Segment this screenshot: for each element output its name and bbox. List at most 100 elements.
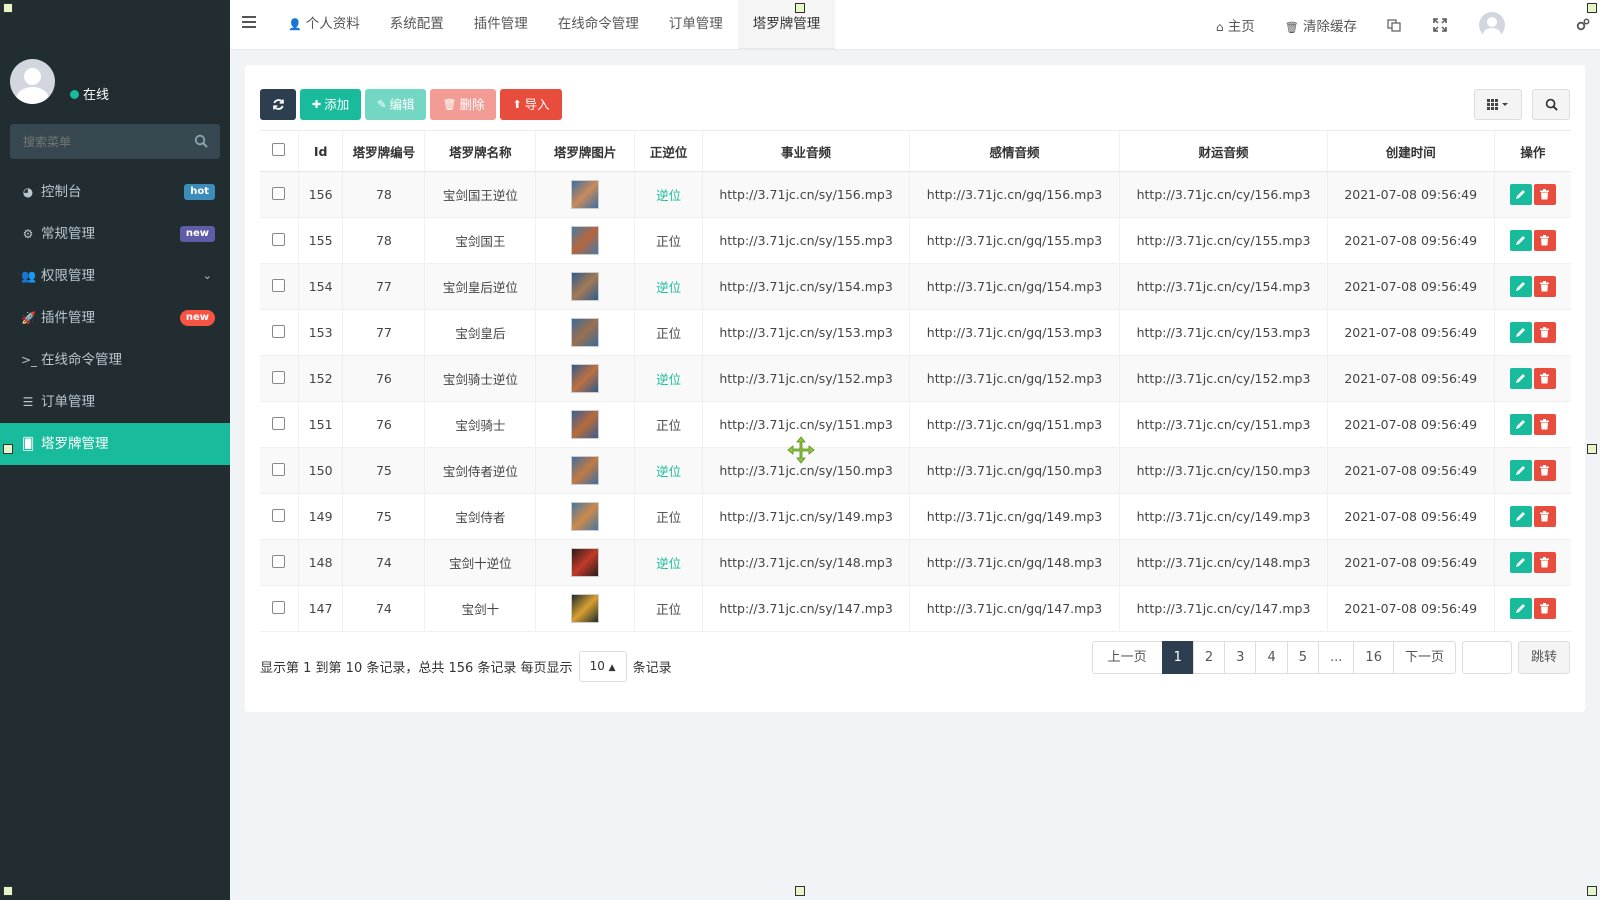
table-row[interactable]: 150 75 宝剑侍者逆位 逆位 http://3.71jc.cn/sy/150.mp3… bbox=[260, 447, 1571, 494]
row-checkbox[interactable] bbox=[272, 508, 286, 522]
table-row[interactable]: 147 74 宝剑十 正位 http://3.71jc.cn/sy/147.mp3 htt… bbox=[260, 585, 1571, 632]
orientation-label[interactable]: 逆位 bbox=[656, 372, 681, 387]
sidebar-item-2[interactable]: 👥 权限管理 ⌄ bbox=[0, 255, 230, 297]
tab-5[interactable]: 塔罗牌管理 bbox=[737, 0, 836, 50]
column-header[interactable]: Id bbox=[298, 130, 344, 172]
table-row[interactable]: 156 78 宝剑国王逆位 逆位 http://3.71jc.cn/sy/156.mp3… bbox=[260, 171, 1571, 218]
top-user-avatar[interactable] bbox=[1479, 12, 1505, 38]
row-delete-button[interactable] bbox=[1533, 506, 1556, 527]
row-checkbox[interactable] bbox=[272, 554, 286, 568]
resize-handle[interactable] bbox=[1587, 444, 1597, 454]
resize-handle[interactable] bbox=[1587, 886, 1597, 896]
column-header[interactable]: 塔罗牌名称 bbox=[424, 130, 537, 172]
fullscreen-icon[interactable] bbox=[1433, 18, 1447, 32]
table-row[interactable]: 155 78 宝剑国王 正位 http://3.71jc.cn/sy/155.mp3 ht… bbox=[260, 217, 1571, 264]
row-delete-button[interactable] bbox=[1533, 184, 1556, 205]
table-row[interactable]: 152 76 宝剑骑士逆位 逆位 http://3.71jc.cn/sy/152.mp3… bbox=[260, 355, 1571, 402]
page-button-0[interactable]: 1 bbox=[1161, 641, 1194, 674]
prev-page-button[interactable]: 上一页 bbox=[1091, 641, 1163, 674]
column-header[interactable]: 塔罗牌编号 bbox=[342, 130, 426, 172]
page-button-5[interactable]: ... bbox=[1318, 641, 1355, 674]
sidebar-item-1[interactable]: ⚙ 常规管理 new bbox=[0, 213, 230, 255]
card-thumbnail[interactable] bbox=[571, 226, 600, 255]
menu-search-input[interactable] bbox=[10, 124, 180, 159]
row-edit-button[interactable] bbox=[1509, 368, 1532, 389]
column-header[interactable]: 感情音频 bbox=[909, 130, 1121, 172]
table-row[interactable]: 153 77 宝剑皇后 正位 http://3.71jc.cn/sy/153.mp3 ht… bbox=[260, 309, 1571, 356]
tab-3[interactable]: 在线命令管理 bbox=[543, 0, 654, 50]
search-icon[interactable] bbox=[194, 134, 208, 148]
column-header[interactable]: 财运音频 bbox=[1119, 130, 1328, 172]
row-checkbox[interactable] bbox=[272, 232, 286, 246]
resize-handle[interactable] bbox=[3, 886, 13, 896]
sidebar-item-6[interactable]: 🂠 塔罗牌管理 bbox=[0, 423, 230, 465]
resize-handle[interactable] bbox=[1587, 3, 1597, 13]
select-all-checkbox[interactable] bbox=[272, 143, 286, 156]
row-edit-button[interactable] bbox=[1509, 598, 1532, 619]
row-edit-button[interactable] bbox=[1509, 460, 1532, 481]
tab-2[interactable]: 插件管理 bbox=[459, 0, 543, 50]
home-link[interactable]: ⌂ 主页 bbox=[1216, 15, 1255, 35]
sidebar-item-3[interactable]: 🚀 插件管理 new bbox=[0, 297, 230, 339]
row-delete-button[interactable] bbox=[1533, 414, 1556, 435]
row-delete-button[interactable] bbox=[1533, 368, 1556, 389]
card-thumbnail[interactable] bbox=[571, 548, 600, 577]
row-delete-button[interactable] bbox=[1533, 322, 1556, 343]
row-edit-button[interactable] bbox=[1509, 276, 1532, 297]
translate-icon[interactable] bbox=[1387, 18, 1401, 32]
jump-button[interactable]: 跳转 bbox=[1517, 641, 1570, 674]
orientation-label[interactable]: 逆位 bbox=[656, 556, 681, 571]
row-edit-button[interactable] bbox=[1509, 322, 1532, 343]
card-thumbnail[interactable] bbox=[571, 180, 600, 209]
resize-handle[interactable] bbox=[795, 3, 805, 13]
table-row[interactable]: 151 76 宝剑骑士 正位 http://3.71jc.cn/sy/151.mp3 ht… bbox=[260, 401, 1571, 448]
column-header[interactable]: 操作 bbox=[1494, 130, 1571, 172]
row-delete-button[interactable] bbox=[1533, 276, 1556, 297]
sidebar-toggle-icon[interactable] bbox=[242, 16, 256, 30]
card-thumbnail[interactable] bbox=[571, 502, 600, 531]
card-thumbnail[interactable] bbox=[571, 410, 600, 439]
import-button[interactable]: ⬆ 导入 bbox=[500, 89, 562, 120]
row-checkbox[interactable] bbox=[272, 416, 286, 430]
clear-cache-link[interactable]: 🗑 清除缓存 bbox=[1285, 15, 1357, 35]
row-checkbox[interactable] bbox=[272, 186, 286, 200]
row-edit-button[interactable] bbox=[1509, 552, 1532, 573]
orientation-label[interactable]: 逆位 bbox=[656, 464, 681, 479]
column-header[interactable]: 创建时间 bbox=[1327, 130, 1495, 172]
table-row[interactable]: 148 74 宝剑十逆位 逆位 http://3.71jc.cn/sy/148.mp3 h… bbox=[260, 539, 1571, 586]
row-delete-button[interactable] bbox=[1533, 230, 1556, 251]
row-delete-button[interactable] bbox=[1533, 460, 1556, 481]
row-delete-button[interactable] bbox=[1533, 552, 1556, 573]
settings-gear-icon[interactable] bbox=[1576, 18, 1590, 32]
orientation-label[interactable]: 逆位 bbox=[656, 280, 681, 295]
row-edit-button[interactable] bbox=[1509, 184, 1532, 205]
card-thumbnail[interactable] bbox=[571, 594, 600, 623]
row-checkbox[interactable] bbox=[272, 324, 286, 338]
orientation-label[interactable]: 逆位 bbox=[656, 188, 681, 203]
page-size-select[interactable]: 10 ▲ bbox=[578, 651, 627, 682]
resize-handle[interactable] bbox=[3, 444, 13, 454]
columns-toggle-button[interactable] bbox=[1474, 89, 1522, 120]
page-button-3[interactable]: 4 bbox=[1255, 641, 1288, 674]
resize-handle[interactable] bbox=[3, 3, 13, 13]
edit-button[interactable]: ✎ 编辑 bbox=[365, 89, 427, 120]
sidebar-item-4[interactable]: >_ 在线命令管理 bbox=[0, 339, 230, 381]
page-button-2[interactable]: 3 bbox=[1224, 641, 1257, 674]
table-search-button[interactable] bbox=[1532, 89, 1570, 120]
row-checkbox[interactable] bbox=[272, 600, 286, 614]
row-checkbox[interactable] bbox=[272, 370, 286, 384]
sidebar-item-5[interactable]: ☰ 订单管理 bbox=[0, 381, 230, 423]
table-row[interactable]: 149 75 宝剑侍者 正位 http://3.71jc.cn/sy/149.mp3 ht… bbox=[260, 493, 1571, 540]
column-header[interactable]: 正逆位 bbox=[634, 130, 704, 172]
jump-page-input[interactable] bbox=[1461, 641, 1512, 674]
row-checkbox[interactable] bbox=[272, 278, 286, 292]
refresh-button[interactable] bbox=[260, 89, 296, 120]
tab-0[interactable]: 👤 个人资料 bbox=[273, 0, 375, 50]
tab-1[interactable]: 系统配置 bbox=[375, 0, 459, 50]
page-button-6[interactable]: 16 bbox=[1353, 641, 1394, 674]
column-header[interactable]: 塔罗牌图片 bbox=[535, 130, 635, 172]
card-thumbnail[interactable] bbox=[571, 364, 600, 393]
page-button-4[interactable]: 5 bbox=[1286, 641, 1320, 674]
row-edit-button[interactable] bbox=[1509, 506, 1532, 527]
row-edit-button[interactable] bbox=[1509, 414, 1532, 435]
